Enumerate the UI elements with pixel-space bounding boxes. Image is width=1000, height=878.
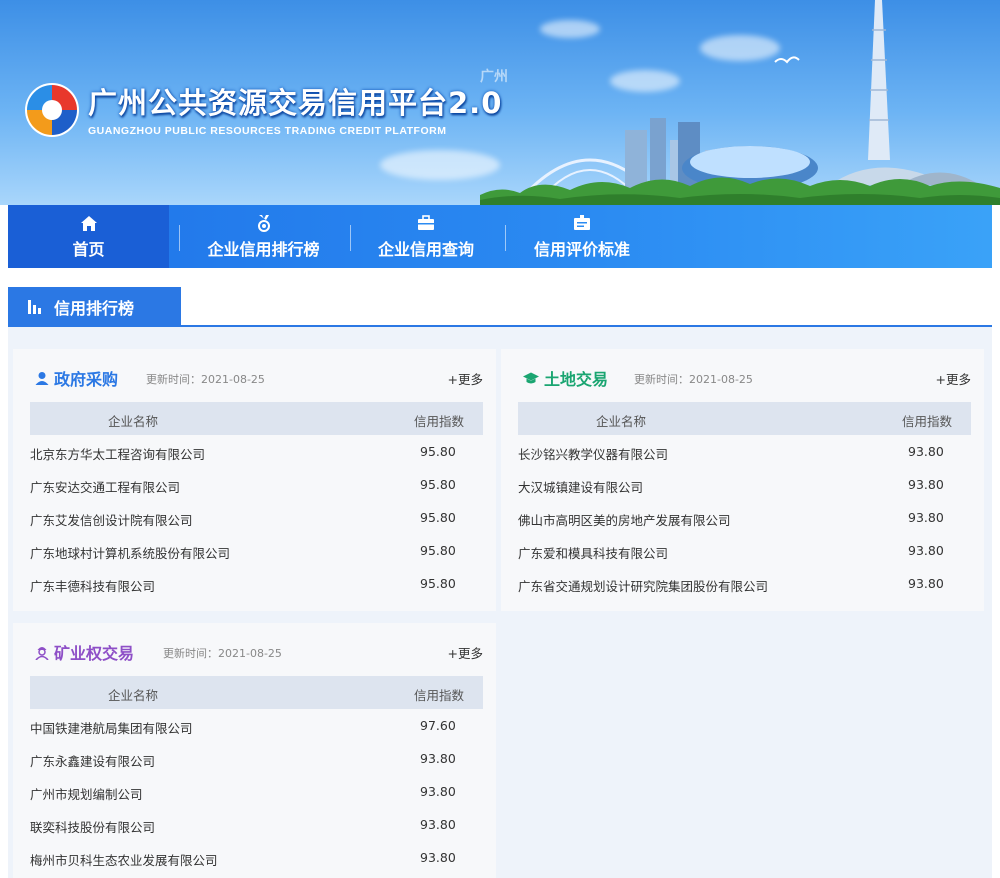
card-title[interactable]: 土地交易 [523, 366, 608, 390]
credit-score: 95.80 [420, 543, 456, 558]
col-company-name: 企业名称 [108, 688, 159, 703]
nav-item-home[interactable]: 首页 [8, 205, 169, 268]
company-name: 梅州市贝科生态农业发展有限公司 [30, 853, 218, 868]
card-title[interactable]: 政府采购 [35, 366, 118, 390]
card-gov-procurement: 政府采购 更新时间：2021-08-25 +更多 企业名称 信用指数 北京东方华… [13, 349, 496, 611]
card-header: 土地交易 更新时间：2021-08-25 +更多 [501, 349, 984, 401]
table-row[interactable]: 广东艾发信创设计院有限公司 95.80 [30, 501, 483, 534]
nav-label: 企业信用查询 [377, 240, 474, 259]
table-row[interactable]: 佛山市高明区美的房地产发展有限公司 93.80 [518, 501, 971, 534]
credit-score: 93.80 [908, 444, 944, 459]
nav-item-credit-ranking[interactable]: 企业信用排行榜 [196, 205, 331, 268]
more-link[interactable]: +更多 [936, 369, 971, 388]
section-title: 信用排行榜 [54, 299, 135, 318]
table-row[interactable]: 梅州市贝科生态农业发展有限公司 93.80 [30, 841, 483, 874]
company-name: 广东地球村计算机系统股份有限公司 [30, 546, 231, 561]
table-row[interactable]: 广东地球村计算机系统股份有限公司 95.80 [30, 534, 483, 567]
company-name: 广东爱和模具科技有限公司 [518, 546, 669, 561]
table-row[interactable]: 广东丰德科技有限公司 95.80 [30, 567, 483, 600]
table-row[interactable]: 广东爱和模具科技有限公司 93.80 [518, 534, 971, 567]
nav-divider [505, 225, 506, 251]
table-row[interactable]: 广东安达交通工程有限公司 95.80 [30, 468, 483, 501]
company-name: 广东省交通规划设计研究院集团股份有限公司 [518, 579, 769, 594]
credit-score: 95.80 [420, 477, 456, 492]
more-link[interactable]: +更多 [448, 369, 483, 388]
table-row[interactable]: 中国铁建港航局集团有限公司 97.60 [30, 709, 483, 742]
card-mining-rights: 矿业权交易 更新时间：2021-08-25 +更多 企业名称 信用指数 中国铁建… [13, 623, 496, 878]
col-credit-index: 信用指数 [413, 414, 464, 429]
company-name: 广东艾发信创设计院有限公司 [30, 513, 193, 528]
bar-chart-icon [28, 300, 41, 314]
update-time: 更新时间：2021-08-25 [163, 647, 282, 660]
company-name: 大汉城镇建设有限公司 [518, 480, 644, 495]
credit-score: 93.80 [420, 817, 456, 832]
platform-title: 广州公共资源交易信用平台2.0 [88, 86, 503, 120]
section-tab-credit-ranking[interactable]: 信用排行榜 [8, 287, 181, 327]
credit-score: 97.60 [420, 718, 456, 733]
credit-score: 93.80 [420, 751, 456, 766]
company-name: 中国铁建港航局集团有限公司 [30, 721, 193, 736]
credit-score: 93.80 [420, 784, 456, 799]
nav-divider [350, 225, 351, 251]
graduation-cap-icon [523, 372, 539, 383]
header-banner: 广州公共资源交易信用平台2.0 GUANGZHOU PUBLIC RESOURC… [0, 0, 1000, 205]
col-company-name: 企业名称 [596, 414, 647, 429]
credit-score: 95.80 [420, 576, 456, 591]
worker-icon [35, 646, 49, 660]
table-row[interactable]: 广东省交通规划设计研究院集团股份有限公司 93.80 [518, 567, 971, 600]
company-name: 长沙铭兴教学仪器有限公司 [518, 447, 669, 462]
card-header: 政府采购 更新时间：2021-08-25 +更多 [13, 349, 496, 401]
table-row[interactable]: 长沙铭兴教学仪器有限公司 93.80 [518, 435, 971, 468]
card-land-trading: 土地交易 更新时间：2021-08-25 +更多 企业名称 信用指数 长沙铭兴教… [501, 349, 984, 611]
credit-score: 95.80 [420, 444, 456, 459]
briefcase-icon [417, 213, 435, 233]
city-skyline-illustration [480, 0, 1000, 205]
table-header: 企业名称 信用指数 [30, 676, 483, 709]
company-name: 佛山市高明区美的房地产发展有限公司 [518, 513, 731, 528]
credit-score: 93.80 [908, 576, 944, 591]
table-header: 企业名称 信用指数 [30, 402, 483, 435]
table-row[interactable]: 联奕科技股份有限公司 93.80 [30, 808, 483, 841]
company-name: 联奕科技股份有限公司 [30, 820, 156, 835]
credit-score: 93.80 [908, 510, 944, 525]
col-credit-index: 信用指数 [901, 414, 952, 429]
nav-label: 首页 [72, 240, 105, 259]
watermark-text: 广州 [480, 69, 508, 85]
credit-score: 93.80 [908, 477, 944, 492]
home-icon [80, 213, 98, 233]
credit-score: 95.80 [420, 510, 456, 525]
update-time: 更新时间：2021-08-25 [634, 373, 753, 386]
update-time: 更新时间：2021-08-25 [146, 373, 265, 386]
nav-item-evaluation-standard[interactable]: 信用评价标准 [522, 205, 642, 268]
card-header: 矿业权交易 更新时间：2021-08-25 +更多 [13, 623, 496, 675]
col-credit-index: 信用指数 [413, 688, 464, 703]
table-row[interactable]: 大汉城镇建设有限公司 93.80 [518, 468, 971, 501]
platform-subtitle: GUANGZHOU PUBLIC RESOURCES TRADING CREDI… [88, 125, 447, 137]
ranking-content: 政府采购 更新时间：2021-08-25 +更多 企业名称 信用指数 北京东方华… [8, 327, 992, 878]
col-company-name: 企业名称 [108, 414, 159, 429]
table-row[interactable]: 广东永鑫建设有限公司 93.80 [30, 742, 483, 775]
user-icon [35, 372, 49, 385]
company-name: 广州市规划编制公司 [30, 787, 143, 802]
nav-item-credit-query[interactable]: 企业信用查询 [366, 205, 486, 268]
main-nav: 首页 企业信用排行榜 企业信用查询 信用评价标准 [8, 205, 992, 268]
card-title[interactable]: 矿业权交易 [35, 640, 134, 664]
company-name: 北京东方华太工程咨询有限公司 [30, 447, 206, 462]
table-header: 企业名称 信用指数 [518, 402, 971, 435]
table-row[interactable]: 北京东方华太工程咨询有限公司 95.80 [30, 435, 483, 468]
company-name: 广东永鑫建设有限公司 [30, 754, 156, 769]
credit-score: 93.80 [908, 543, 944, 558]
table-row[interactable]: 广州市规划编制公司 93.80 [30, 775, 483, 808]
company-name: 广东安达交通工程有限公司 [30, 480, 181, 495]
id-card-icon [573, 213, 591, 233]
nav-label: 信用评价标准 [533, 240, 630, 259]
credit-score: 93.80 [420, 850, 456, 865]
company-name: 广东丰德科技有限公司 [30, 579, 156, 594]
nav-label: 企业信用排行榜 [207, 240, 320, 259]
platform-logo-icon [25, 83, 79, 137]
nav-divider [179, 225, 180, 251]
more-link[interactable]: +更多 [448, 643, 483, 662]
medal-icon [256, 213, 272, 233]
